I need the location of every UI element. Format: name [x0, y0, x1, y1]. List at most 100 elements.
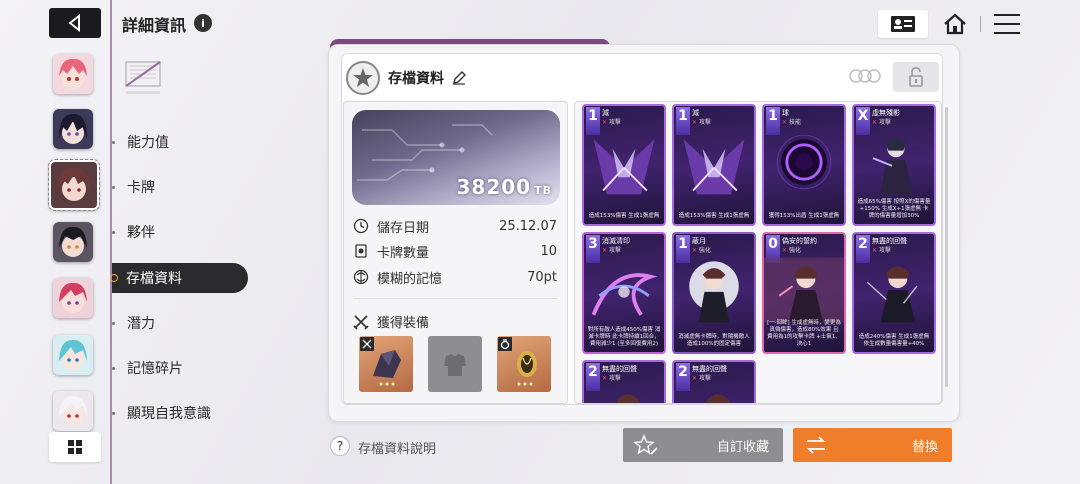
menu-icon[interactable] [994, 12, 1020, 36]
nav-bullet-icon [112, 230, 115, 234]
character-avatar-5[interactable] [53, 335, 93, 375]
nav-item-self-awareness[interactable]: 顯現自我意識 [112, 398, 248, 428]
card-type: ✕ 攻擊 [692, 373, 711, 382]
help-icon[interactable]: ? [330, 436, 350, 456]
stat-label: 儲存日期 [377, 220, 430, 236]
card-description: 對所有敵人造成450%傷害 消滅卡牌時 此卡牌持續1回合，費用減少1 (至多回復… [587, 327, 661, 347]
character-avatar-selected[interactable] [48, 159, 100, 211]
card-grid-scrollbar[interactable] [945, 107, 948, 387]
grid-view-button[interactable] [49, 432, 101, 462]
white-hair-avatar-icon [53, 391, 93, 431]
home-button[interactable] [940, 10, 970, 38]
card-type-mark: ✕ [692, 247, 698, 254]
card-type-mark: ✕ [782, 247, 788, 254]
character-avatar-2[interactable] [53, 109, 93, 149]
edit-pencil-icon[interactable] [452, 70, 466, 85]
storage-value: 38200 TB [457, 175, 552, 199]
card-art-icon [764, 257, 844, 323]
card-type: ✕ 攻擊 [602, 373, 621, 382]
card-type-mark: ✕ [692, 375, 698, 382]
replace-label: 替換 [911, 439, 938, 455]
memory-icon [353, 269, 369, 285]
storage-capacity-banner: 38200 TB [352, 110, 560, 205]
equipment-title-label: 獲得裝備 [377, 316, 430, 331]
red-hair-avatar-icon [53, 278, 93, 318]
card-art-icon [689, 261, 739, 323]
page-title: 詳細資訊 [122, 16, 187, 35]
gauntlet-icon [360, 337, 401, 386]
custom-collection-label: 自訂收藏 [716, 439, 769, 455]
profile-card-button[interactable] [878, 10, 928, 38]
card-type-label: 攻擊 [878, 119, 891, 126]
replace-button[interactable]: 替換 [793, 428, 952, 462]
crossed-swords-icon [353, 314, 369, 330]
nav-bullet-icon [112, 366, 115, 370]
equipment-slot-accessory[interactable] [497, 336, 551, 392]
card-art-icon [593, 139, 655, 195]
nav-active-marker-icon [110, 274, 118, 282]
card-type-label: 技能 [788, 119, 801, 126]
card-type: ✕ 攻擊 [692, 117, 711, 126]
skill-card[interactable]: 1 蔽月 ✕ 強化 消滅虛無卡牌時，對隨機敵人造成100%的固定傷害 [672, 232, 756, 354]
skill-card[interactable]: 2 無盡的回聲 ✕ 攻擊 [582, 360, 666, 403]
nav-item-ability[interactable]: 能力值 [112, 127, 248, 157]
nav-item-cards[interactable]: 卡牌 [112, 172, 248, 202]
stat-fuzzy-memory: 模糊的記憶 70pt [353, 267, 557, 287]
skill-card[interactable]: X 虛無殘影 ✕ 攻擊 造成65%傷害 按照X的傷害量+150% 生成X+1張虛無 卡… [852, 104, 936, 226]
card-type-label: 攻擊 [608, 119, 621, 126]
star-edit-icon [633, 434, 658, 455]
nav-item-label: 顯現自我意識 [127, 406, 211, 422]
card-type-mark: ✕ [602, 375, 608, 382]
stat-value: 10 [540, 243, 557, 259]
character-avatar-1[interactable] [53, 54, 93, 94]
info-icon[interactable]: i [194, 14, 212, 32]
id-card-icon [891, 16, 915, 32]
card-count-icon [355, 244, 367, 258]
card-description: 造成65%傷害 按照X的傷害量+150% 生成X+1張虛無 卡牌的傷害量增加30… [857, 199, 931, 219]
character-avatar-4[interactable] [53, 278, 93, 318]
equipment-slot-weapon[interactable] [359, 336, 413, 392]
help-link[interactable]: 存檔資料說明 [358, 438, 436, 457]
stat-label: 模糊的記憶 [377, 271, 443, 287]
lock-button[interactable] [893, 62, 939, 92]
character-avatar-6[interactable] [53, 391, 93, 431]
dark-hair-avatar-icon [53, 109, 93, 149]
nav-item-partners[interactable]: 夥伴 [112, 217, 248, 247]
card-art-icon [866, 266, 918, 323]
custom-collection-button[interactable]: 自訂收藏 [623, 428, 783, 462]
back-arrow-icon [68, 14, 80, 32]
nav-item-save-data[interactable]: 存檔資料 [110, 263, 248, 293]
nav-item-label: 卡牌 [127, 180, 155, 196]
nav-bullet-icon [112, 140, 115, 144]
nav-item-label: 潛力 [127, 316, 155, 332]
card-type: ✕ 攻擊 [602, 117, 621, 126]
card-type-label: 攻擊 [878, 247, 891, 254]
stat-value: 25.12.07 [499, 218, 557, 234]
skill-card[interactable]: 1 減 ✕ 攻擊 造成153%傷害 生成1張虛無 [672, 104, 756, 226]
card-art-icon [591, 273, 658, 316]
nav-item-label: 記憶碎片 [127, 361, 183, 377]
card-description: 造成153%傷害 生成1張虛無 [588, 213, 660, 219]
skill-card[interactable]: 0 偽安的誓約 ✕ 強化 [一·回眸] 生成虛無時，變更為真偽傷害，造成80%效果 且… [762, 232, 846, 354]
equipment-slot-armor-empty[interactable] [428, 336, 482, 392]
card-art-icon [872, 138, 914, 195]
nav-item-potential[interactable]: 潛力 [112, 308, 248, 338]
card-type-label: 攻擊 [698, 375, 711, 382]
skill-card[interactable]: 3 消滅清印 ✕ 攻擊 對所有敵人造成450%傷害 消滅卡牌時 此卡牌持續1回合，費用… [582, 232, 666, 354]
card-type: ✕ 攻擊 [602, 245, 621, 254]
lock-icon [909, 67, 923, 87]
back-button[interactable] [49, 8, 101, 38]
skill-card[interactable]: 2 無盡的回聲 ✕ 攻擊 造成240%傷害 生成1張虛無 依生成數量傷害量+40% [852, 232, 936, 354]
skill-card[interactable]: 1 球 ✕ 技能 獲得153%出盾 生成1張虛無 [762, 104, 846, 226]
card-art-icon [683, 139, 745, 195]
card-deck-grid: 1 減 ✕ 攻擊 造成153%傷害 生成1張虛無 1 減 ✕ 攻擊 造成153%傷害 生成1張… [574, 101, 942, 404]
stat-save-date: 儲存日期 25.12.07 [353, 216, 557, 236]
armor-placeholder-icon [444, 354, 466, 376]
card-type: ✕ 強化 [692, 245, 711, 254]
nav-item-memory-fragments[interactable]: 記憶碎片 [112, 353, 248, 383]
equipment-title: 獲得裝備 [353, 312, 429, 331]
character-avatar-3[interactable] [53, 222, 93, 262]
skill-card[interactable]: 1 減 ✕ 攻擊 造成153%傷害 生成1張虛無 [582, 104, 666, 226]
card-type-label: 攻擊 [698, 119, 711, 126]
skill-card[interactable]: 2 無盡的回聲 ✕ 攻擊 [672, 360, 756, 403]
